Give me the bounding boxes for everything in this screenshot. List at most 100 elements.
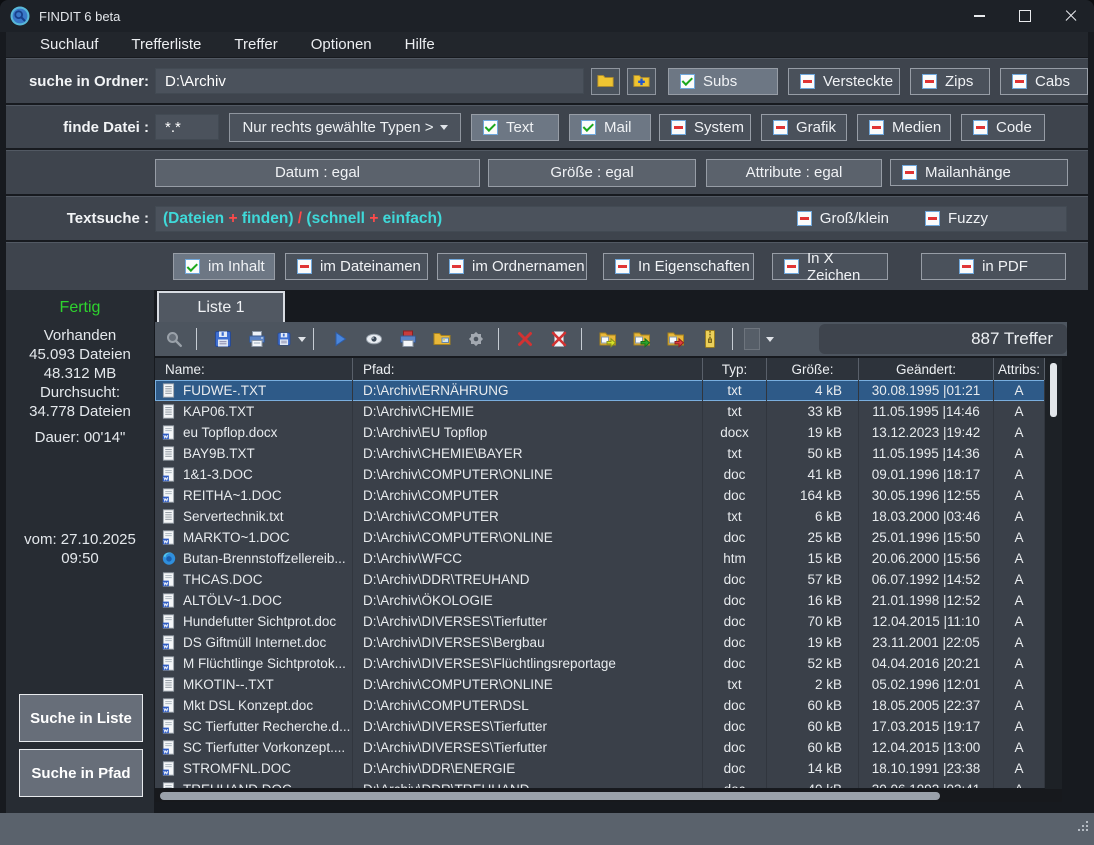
- groesse-filter-button[interactable]: Größe : egal: [488, 159, 696, 187]
- query-segment: +: [369, 210, 378, 228]
- table-row[interactable]: REITHA~1.DOCD:\Archiv\COMPUTERdoc164 kB3…: [155, 485, 1045, 506]
- fuzzy-option[interactable]: Fuzzy: [925, 210, 988, 227]
- table-row[interactable]: KAP06.TXTD:\Archiv\CHEMIEtxt33 kB11.05.1…: [155, 401, 1045, 422]
- menu-item-treffer[interactable]: Treffer: [234, 36, 277, 53]
- datum-filter-button[interactable]: Datum : egal: [155, 159, 480, 187]
- zip-button[interactable]: [695, 325, 725, 353]
- menu-item-suchlauf[interactable]: Suchlauf: [40, 36, 98, 53]
- close-button[interactable]: [1048, 0, 1094, 32]
- type-filter-dropdown[interactable]: Nur rechts gewählte Typen >: [229, 113, 461, 142]
- modified-cell: 13.12.2023 |19:42: [859, 422, 994, 443]
- open-folder-button[interactable]: [427, 325, 457, 353]
- column-header-1[interactable]: Pfad:: [353, 358, 703, 380]
- grafik-option[interactable]: Grafik: [761, 114, 847, 141]
- save-as-button[interactable]: [276, 325, 306, 353]
- menu-item-optionen[interactable]: Optionen: [311, 36, 372, 53]
- filename-pattern-input[interactable]: *.*: [155, 114, 219, 140]
- table-row[interactable]: eu Topflop.docxD:\Archiv\EU Topflopdocx1…: [155, 422, 1045, 443]
- option-label: In Eigenschaften: [638, 258, 750, 275]
- attribute-filter-button[interactable]: Attribute : egal: [706, 159, 882, 187]
- im-ordnernamen-option[interactable]: im Ordnernamen: [437, 253, 587, 280]
- zips-option[interactable]: Zips: [910, 68, 990, 95]
- menu-item-hilfe[interactable]: Hilfe: [405, 36, 435, 53]
- system-option[interactable]: System: [659, 114, 751, 141]
- resize-grip-icon[interactable]: [1078, 829, 1080, 831]
- im-dateinamen-option[interactable]: im Dateinamen: [285, 253, 428, 280]
- text-option[interactable]: Text: [471, 114, 559, 141]
- column-header-5[interactable]: Attribs:: [994, 358, 1045, 380]
- table-row[interactable]: BAY9B.TXTD:\Archiv\CHEMIE\BAYERtxt50 kB1…: [155, 443, 1045, 464]
- table-row[interactable]: ALTÖLV~1.DOCD:\Archiv\ÖKOLOGIEdoc16 kB21…: [155, 590, 1045, 611]
- text-search-input[interactable]: (Dateien + finden) / (schnell + einfach)…: [155, 206, 1067, 232]
- print-button[interactable]: [242, 325, 272, 353]
- table-row[interactable]: MARKTO~1.DOCD:\Archiv\COMPUTER\ONLINEdoc…: [155, 527, 1045, 548]
- menu-item-trefferliste[interactable]: Trefferliste: [131, 36, 201, 53]
- table-row[interactable]: TREUHAND.DOCD:\Archiv\DDR\TREUHANDdoc40 …: [155, 779, 1045, 788]
- table-row[interactable]: FUDWE-.TXTD:\Archiv\ERNÄHRUNGtxt4 kB30.0…: [155, 380, 1045, 401]
- tab-liste-1[interactable]: Liste 1: [157, 291, 285, 322]
- table-row[interactable]: M Flüchtlinge Sichtprotok...D:\Archiv\DI…: [155, 653, 1045, 674]
- table-row[interactable]: SC Tierfutter Vorkonzept....D:\Archiv\DI…: [155, 737, 1045, 758]
- in-eigenschaften-option[interactable]: In Eigenschaften: [603, 253, 754, 280]
- folder-options: Subs Versteckte Zips Cabs: [668, 68, 1088, 95]
- maximize-button[interactable]: [1002, 0, 1048, 32]
- modified-cell: 18.10.1991 |23:38: [859, 758, 994, 779]
- table-row[interactable]: DS Giftmüll Internet.docD:\Archiv\DIVERS…: [155, 632, 1045, 653]
- table-row[interactable]: Butan-Brennstoffzellereib...D:\Archiv\WF…: [155, 548, 1045, 569]
- suche-in-pfad-button[interactable]: Suche in Pfad: [19, 749, 143, 797]
- name-cell: 1&1-3.DOC: [155, 464, 353, 485]
- table-row[interactable]: MKOTIN--.TXTD:\Archiv\COMPUTER\ONLINEtxt…: [155, 674, 1045, 695]
- remove-all-button[interactable]: [544, 325, 574, 353]
- column-header-4[interactable]: Geändert:: [859, 358, 994, 380]
- column-header-0[interactable]: Name:: [155, 358, 353, 380]
- in-pdf-option[interactable]: in PDF: [921, 253, 1066, 280]
- im-inhalt-option[interactable]: im Inhalt: [173, 253, 275, 280]
- table-row[interactable]: Servertechnik.txtD:\Archiv\COMPUTERtxt6 …: [155, 506, 1045, 527]
- versteckte-option[interactable]: Versteckte: [788, 68, 900, 95]
- export-delete-button[interactable]: [661, 325, 691, 353]
- minimize-button[interactable]: [956, 0, 1002, 32]
- table-row[interactable]: Hundefutter Sichtprot.docD:\Archiv\DIVER…: [155, 611, 1045, 632]
- unchecked-checkbox-icon: [869, 120, 884, 135]
- table-row[interactable]: SC Tierfutter Recherche.d...D:\Archiv\DI…: [155, 716, 1045, 737]
- column-header-2[interactable]: Typ:: [703, 358, 767, 380]
- grossklein-option[interactable]: Groß/klein: [797, 210, 889, 227]
- vertical-scrollbar[interactable]: [1045, 358, 1062, 802]
- browse-folder-button[interactable]: [591, 68, 620, 95]
- medien-option[interactable]: Medien: [857, 114, 951, 141]
- table-row[interactable]: STROMFNL.DOCD:\Archiv\DDR\ENERGIEdoc14 k…: [155, 758, 1045, 779]
- in-x-zeichen-option[interactable]: In X Zeichen: [772, 253, 888, 280]
- mail-attachment-options: Mailanhänge: [890, 159, 1068, 186]
- search-state: Fertig: [6, 299, 154, 317]
- remove-button[interactable]: [510, 325, 540, 353]
- play-button[interactable]: [325, 325, 355, 353]
- print-active-button[interactable]: [393, 325, 423, 353]
- search-run-date: vom: 27.10.2025: [6, 530, 154, 549]
- unchecked-checkbox-icon: [902, 165, 917, 180]
- suche-in-liste-button[interactable]: Suche in Liste: [19, 694, 143, 742]
- table-row[interactable]: 1&1-3.DOCD:\Archiv\COMPUTER\ONLINEdoc41 …: [155, 464, 1045, 485]
- mailanhaenge-option[interactable]: Mailanhänge: [890, 159, 1068, 186]
- table-row[interactable]: THCAS.DOCD:\Archiv\DDR\TREUHANDdoc57 kB0…: [155, 569, 1045, 590]
- horizontal-scrollbar[interactable]: [155, 789, 1062, 802]
- mail-option[interactable]: Mail: [569, 114, 651, 141]
- table-row[interactable]: Mkt DSL Konzept.docD:\Archiv\COMPUTER\DS…: [155, 695, 1045, 716]
- save-button[interactable]: [208, 325, 238, 353]
- code-option[interactable]: Code: [961, 114, 1045, 141]
- column-header-3[interactable]: Größe:: [767, 358, 859, 380]
- search-button[interactable]: [159, 325, 189, 353]
- subs-option[interactable]: Subs: [668, 68, 778, 95]
- modified-cell: 04.04.2016 |20:21: [859, 653, 994, 674]
- settings-button[interactable]: [461, 325, 491, 353]
- folder-input[interactable]: D:\Archiv: [155, 68, 584, 94]
- cabs-option[interactable]: Cabs: [1000, 68, 1088, 95]
- export-move-button[interactable]: [627, 325, 657, 353]
- layout-dropdown-button[interactable]: [744, 325, 774, 353]
- add-folder-button[interactable]: [627, 68, 656, 95]
- view-button[interactable]: [359, 325, 389, 353]
- vertical-scroll-thumb[interactable]: [1050, 363, 1057, 417]
- horizontal-scroll-thumb[interactable]: [160, 792, 940, 800]
- type-cell: doc: [703, 779, 767, 788]
- export-copy-button[interactable]: [593, 325, 623, 353]
- title-bar[interactable]: FINDIT 6 beta: [0, 0, 1094, 32]
